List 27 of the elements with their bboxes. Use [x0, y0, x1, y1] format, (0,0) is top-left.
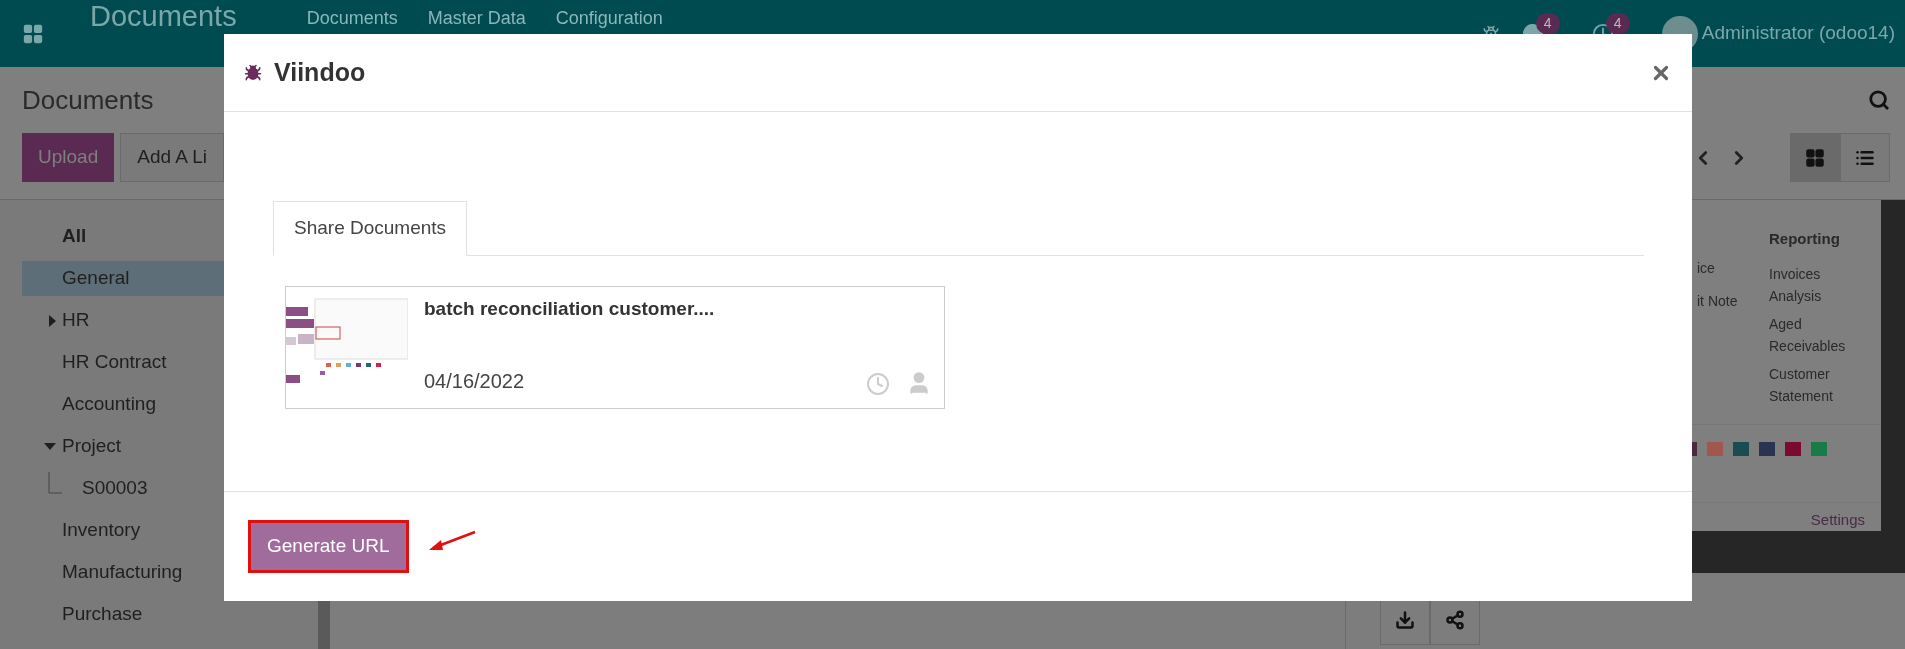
- user-name[interactable]: Administrator (odoo14): [1701, 19, 1895, 48]
- sidebar-item[interactable]: Inventory: [62, 516, 141, 545]
- sidebar-item[interactable]: Manufacturing: [62, 558, 183, 587]
- sidebar-item[interactable]: All: [62, 222, 87, 251]
- app-title: Documents: [90, 1, 237, 32]
- menu-item[interactable]: Master Data: [427, 7, 526, 29]
- sidebar-item[interactable]: HR: [62, 306, 90, 335]
- sidebar-item[interactable]: Project: [62, 432, 122, 461]
- breadcrumb: Documents: [22, 83, 154, 117]
- dialog-tab[interactable]: Share Documents: [273, 201, 468, 256]
- generate-url-button[interactable]: Generate URL: [248, 520, 409, 573]
- sidebar-item[interactable]: S00003: [82, 474, 148, 503]
- dialog-title: Viindoo: [274, 56, 366, 88]
- sidebar-item[interactable]: Purchase: [62, 600, 143, 629]
- document-card[interactable]: batch reconciliation customer.... 04/16/2022: [285, 286, 945, 409]
- menu-heading: Reporting: [1769, 229, 1841, 249]
- menu-item[interactable]: Configuration: [555, 7, 663, 29]
- sidebar-item[interactable]: Accounting: [62, 390, 156, 419]
- add-link-button[interactable]: Add A Li: [120, 133, 224, 182]
- message-count-badge: 4: [1535, 12, 1560, 34]
- document-name: batch reconciliation customer....: [424, 297, 716, 321]
- sidebar-item[interactable]: HR Contract: [62, 348, 167, 377]
- activity-count-badge: 4: [1605, 12, 1630, 34]
- upload-button[interactable]: Upload: [22, 133, 115, 182]
- document-date: 04/16/2022: [424, 369, 525, 394]
- sidebar-item[interactable]: General: [62, 264, 130, 293]
- menu-item[interactable]: Documents: [306, 7, 398, 29]
